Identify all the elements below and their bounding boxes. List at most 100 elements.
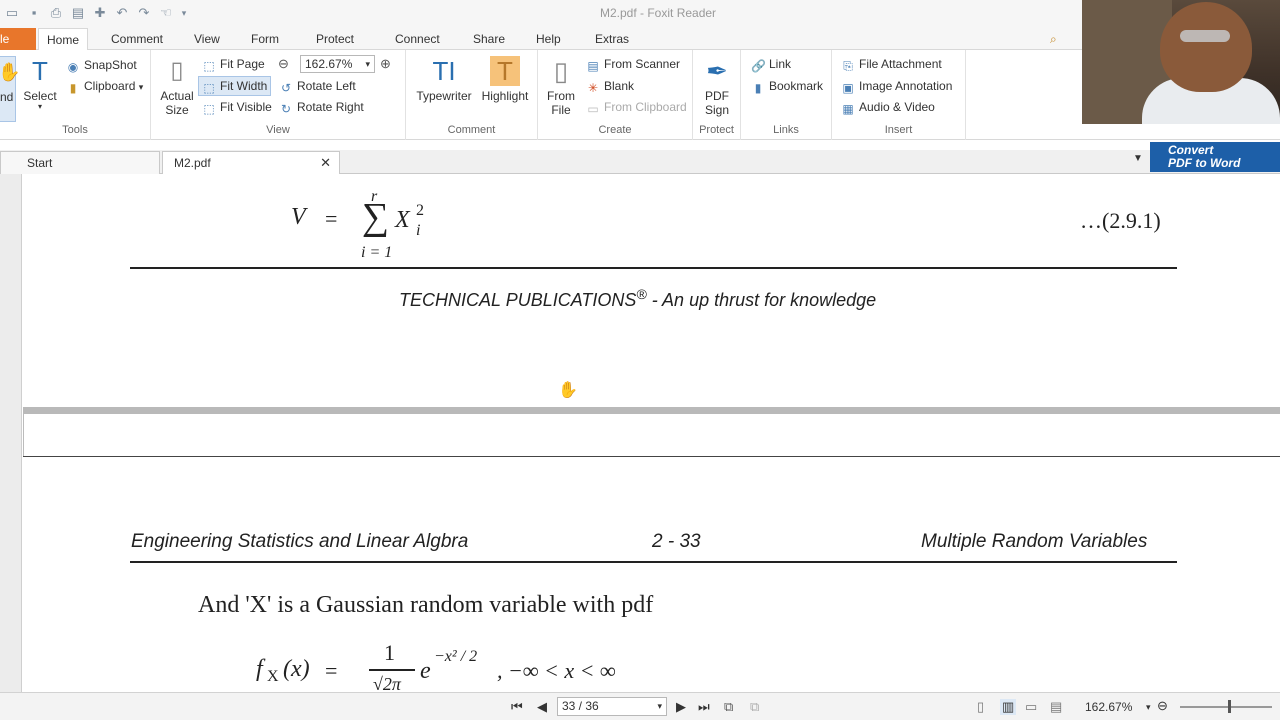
group-tools: ✋ Hand T Select ▾ ◉ SnapShot ▮ Clipboard ▾…	[0, 50, 151, 140]
footer-text: TECHNICAL PUBLICATIONS	[399, 290, 637, 310]
fit-page-icon: ⬚	[203, 59, 215, 73]
select-button[interactable]: T Select ▾	[22, 56, 58, 111]
typewriter-button[interactable]: TI Typewriter	[414, 56, 474, 103]
eq2-f: f	[256, 656, 263, 682]
highlight-label: Highlight	[481, 89, 529, 103]
print-icon[interactable]: ⎙	[48, 5, 64, 21]
document-view[interactable]: V = r ∑ i = 1 X 2 i …(2.9.1) TECHNICAL P…	[23, 174, 1280, 694]
tab-m2-pdf[interactable]: M2.pdf ✕	[162, 151, 340, 174]
image-annotation-button[interactable]: ▣ Image Annotation	[841, 76, 952, 96]
last-page-icon[interactable]: ⏭	[698, 699, 710, 715]
group-comment: TI Typewriter T Highlight Comment	[406, 50, 538, 140]
highlight-button[interactable]: T Highlight	[478, 56, 532, 103]
menu-file[interactable]: File	[0, 28, 36, 50]
typewriter-label: Typewriter	[416, 89, 472, 103]
clipboard-button[interactable]: ▮ Clipboard ▾	[66, 76, 144, 96]
convert-pdf-to-word-banner[interactable]: Convert PDF to Word	[1150, 142, 1280, 172]
fit-width-icon: ⬚	[203, 81, 215, 95]
previous-page-icon[interactable]: ◀	[537, 699, 547, 715]
file-icon: ▯	[553, 56, 569, 86]
typewriter-icon: TI	[432, 56, 456, 86]
snapshot-button[interactable]: ◉ SnapShot	[66, 55, 137, 75]
file-attachment-label: File Attachment	[859, 57, 942, 71]
rotate-right-button[interactable]: ↻ Rotate Right	[279, 97, 364, 117]
page-number-field[interactable]: 33 / 36 ▾	[557, 697, 667, 716]
tab-start[interactable]: Start	[0, 151, 160, 174]
zoom-caret-icon[interactable]: ▾	[1146, 702, 1151, 713]
page-footer: TECHNICAL PUBLICATIONS® - An up thrust f…	[399, 286, 876, 311]
link-label: Link	[769, 57, 792, 71]
continuous-page-icon[interactable]: ▥	[1000, 699, 1017, 715]
tab-form[interactable]: Form	[251, 28, 279, 50]
tab-share[interactable]: Share	[473, 28, 505, 50]
file-attachment-button[interactable]: ⎘ File Attachment	[841, 54, 942, 74]
open-icon[interactable]: ▭	[4, 5, 20, 21]
undo-icon[interactable]: ↶	[114, 5, 130, 21]
tab-protect[interactable]: Protect	[316, 28, 354, 50]
save-icon[interactable]: ▪	[26, 5, 42, 21]
close-icon[interactable]: ✕	[320, 152, 331, 174]
tab-connect[interactable]: Connect	[395, 28, 440, 50]
redo-icon[interactable]: ↷	[136, 5, 152, 21]
tab-comment[interactable]: Comment	[111, 28, 163, 50]
zoom-slider[interactable]	[1180, 706, 1272, 708]
tab-home[interactable]: Home	[38, 28, 89, 51]
bookmark-button[interactable]: ▮ Bookmark	[751, 76, 823, 96]
previous-view-icon[interactable]: ⧉	[724, 699, 733, 715]
group-label-tools: Tools	[62, 124, 88, 136]
hand-tool-icon[interactable]: ☜	[158, 5, 174, 21]
zoom-readout: 162.67%	[1085, 700, 1133, 714]
fit-visible-icon: ⬚	[203, 102, 215, 116]
bookmark-label: Bookmark	[769, 79, 824, 93]
single-page-icon[interactable]: ▯	[977, 699, 984, 715]
continuous-facing-icon[interactable]: ▤	[1050, 699, 1062, 715]
from-clipboard-button[interactable]: ▭ From Clipboard	[586, 97, 686, 117]
from-file-button[interactable]: ▯ From File	[544, 56, 578, 117]
group-label-create: Create	[598, 124, 632, 136]
properties-icon[interactable]: ▤	[70, 5, 86, 21]
quick-access-toolbar: ▭ ▪ ⎙ ▤ ✚ ↶ ↷ ☜ ▾	[4, 5, 188, 21]
next-page-icon[interactable]: ▶	[676, 699, 686, 715]
page-number-value: 33 / 36	[562, 699, 599, 713]
image-icon: ▣	[842, 81, 854, 95]
header-right: Multiple Random Variables	[921, 531, 1148, 552]
convert-label-2: PDF to Word	[1168, 156, 1241, 170]
new-icon[interactable]: ✚	[92, 5, 108, 21]
clipboard-page-icon: ▭	[587, 102, 599, 116]
audio-video-button[interactable]: ▦ Audio & Video	[841, 97, 935, 117]
hand-button[interactable]: ✋ Hand	[0, 56, 20, 122]
select-label: Select	[23, 89, 57, 103]
highlight-icon: T	[490, 56, 520, 86]
eq2-arg: (x)	[283, 656, 310, 682]
tab-view[interactable]: View	[194, 28, 220, 50]
status-bar: ⏮ ◀ 33 / 36 ▾ ▶ ⏭ ⧉ ⧉ ▯ ▥ ▭ ▤ 162.67% ▾ …	[0, 692, 1280, 720]
rotate-left-button[interactable]: ↺ Rotate Left	[279, 76, 356, 96]
fit-page-button[interactable]: ⬚ Fit Page	[202, 54, 265, 74]
actual-size-button[interactable]: ▯ Actual Size	[157, 56, 197, 117]
zoom-in-icon[interactable]: ⊕	[380, 54, 391, 74]
audio-video-label: Audio & Video	[859, 100, 935, 114]
tab-list-caret-icon[interactable]: ▼	[1133, 153, 1143, 164]
zoom-combo[interactable]: 162.67% ▾	[300, 55, 375, 73]
customize-caret-icon[interactable]: ▾	[180, 5, 188, 21]
presenter-face	[1160, 2, 1252, 92]
link-button[interactable]: 🔗 Link	[751, 54, 791, 74]
next-view-icon[interactable]: ⧉	[750, 699, 759, 715]
from-scanner-button[interactable]: ▤ From Scanner	[586, 54, 680, 74]
fit-visible-button[interactable]: ⬚ Fit Visible	[202, 97, 271, 117]
search-icon[interactable]: ⌕	[1050, 32, 1066, 46]
facing-page-icon[interactable]: ▭	[1025, 699, 1037, 715]
tab-extras[interactable]: Extras	[595, 28, 629, 50]
zoom-slider-thumb[interactable]	[1228, 700, 1231, 713]
zoom-out-icon[interactable]: ⊖	[278, 54, 289, 74]
fit-page-label: Fit Page	[220, 57, 265, 71]
navigation-pane-strip[interactable]	[0, 174, 22, 692]
zoom-out-button-icon[interactable]: ⊖	[1157, 698, 1168, 714]
first-page-icon[interactable]: ⏮	[511, 699, 523, 715]
eq2-equals: =	[325, 658, 338, 683]
pdf-sign-button[interactable]: ✒ PDF Sign	[699, 56, 735, 117]
blank-button[interactable]: ✳ Blank	[586, 76, 634, 96]
fit-width-button[interactable]: ⬚ Fit Width	[198, 76, 272, 96]
tab-start-label: Start	[27, 156, 53, 170]
tab-help[interactable]: Help	[536, 28, 561, 50]
